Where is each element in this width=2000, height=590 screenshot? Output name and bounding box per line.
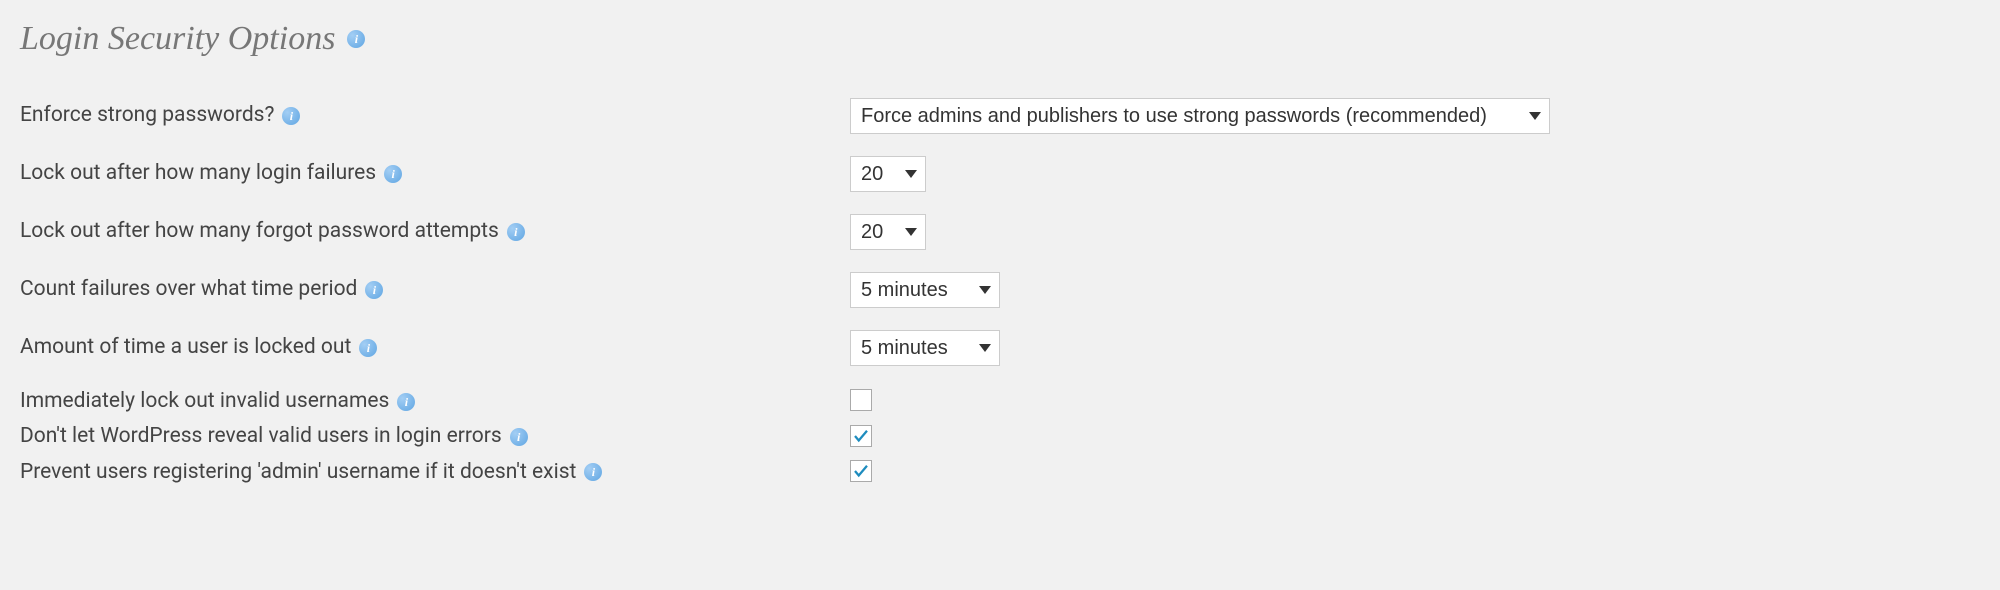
info-icon[interactable] — [397, 393, 415, 411]
label-enforce-strong: Enforce strong passwords? — [20, 102, 850, 129]
info-icon[interactable] — [282, 107, 300, 125]
control-lockout-forgot: 20 — [850, 214, 1980, 250]
select-count-period[interactable]: 5 minutes — [850, 272, 1000, 308]
control-lockout-time: 5 minutes — [850, 330, 1980, 366]
label-text: Lock out after how many forgot password … — [20, 218, 499, 245]
row-enforce-strong: Enforce strong passwords? Force admins a… — [20, 98, 1980, 134]
row-prevent-admin-username: Prevent users registering 'admin' userna… — [20, 459, 1980, 486]
row-lockout-failures: Lock out after how many login failures 2… — [20, 156, 1980, 192]
control-count-period: 5 minutes — [850, 272, 1980, 308]
row-lock-invalid: Immediately lock out invalid usernames — [20, 388, 1980, 415]
select-lockout-time[interactable]: 5 minutes — [850, 330, 1000, 366]
label-text: Prevent users registering 'admin' userna… — [20, 459, 576, 486]
info-icon[interactable] — [507, 223, 525, 241]
label-count-period: Count failures over what time period — [20, 276, 850, 303]
section-title: Login Security Options — [20, 20, 1980, 58]
section-title-text: Login Security Options — [20, 20, 335, 58]
info-icon[interactable] — [359, 339, 377, 357]
select-enforce-strong[interactable]: Force admins and publishers to use stron… — [850, 98, 1550, 134]
info-icon[interactable] — [347, 30, 365, 48]
label-text: Immediately lock out invalid usernames — [20, 388, 389, 415]
row-lockout-forgot: Lock out after how many forgot password … — [20, 214, 1980, 250]
label-text: Lock out after how many login failures — [20, 160, 376, 187]
control-lockout-failures: 20 — [850, 156, 1980, 192]
label-hide-valid-users: Don't let WordPress reveal valid users i… — [20, 423, 850, 450]
info-icon[interactable] — [584, 463, 602, 481]
label-text: Enforce strong passwords? — [20, 102, 274, 129]
label-text: Don't let WordPress reveal valid users i… — [20, 423, 502, 450]
control-lock-invalid — [850, 389, 1980, 415]
check-icon — [852, 462, 870, 480]
checkbox-hide-valid-users[interactable] — [850, 425, 872, 447]
row-lockout-time: Amount of time a user is locked out 5 mi… — [20, 330, 1980, 366]
label-text: Count failures over what time period — [20, 276, 357, 303]
select-lockout-forgot[interactable]: 20 — [850, 214, 926, 250]
row-count-period: Count failures over what time period 5 m… — [20, 272, 1980, 308]
select-lockout-failures[interactable]: 20 — [850, 156, 926, 192]
info-icon[interactable] — [365, 281, 383, 299]
label-lockout-forgot: Lock out after how many forgot password … — [20, 218, 850, 245]
checkbox-prevent-admin-username[interactable] — [850, 460, 872, 482]
label-prevent-admin-username: Prevent users registering 'admin' userna… — [20, 459, 850, 486]
check-icon — [852, 427, 870, 445]
label-lockout-time: Amount of time a user is locked out — [20, 334, 850, 361]
label-lock-invalid: Immediately lock out invalid usernames — [20, 388, 850, 415]
label-text: Amount of time a user is locked out — [20, 334, 351, 361]
control-hide-valid-users — [850, 425, 1980, 449]
checkbox-lock-invalid[interactable] — [850, 389, 872, 411]
label-lockout-failures: Lock out after how many login failures — [20, 160, 850, 187]
control-enforce-strong: Force admins and publishers to use stron… — [850, 98, 1980, 134]
info-icon[interactable] — [510, 428, 528, 446]
row-hide-valid-users: Don't let WordPress reveal valid users i… — [20, 423, 1980, 450]
info-icon[interactable] — [384, 165, 402, 183]
control-prevent-admin-username — [850, 460, 1980, 484]
